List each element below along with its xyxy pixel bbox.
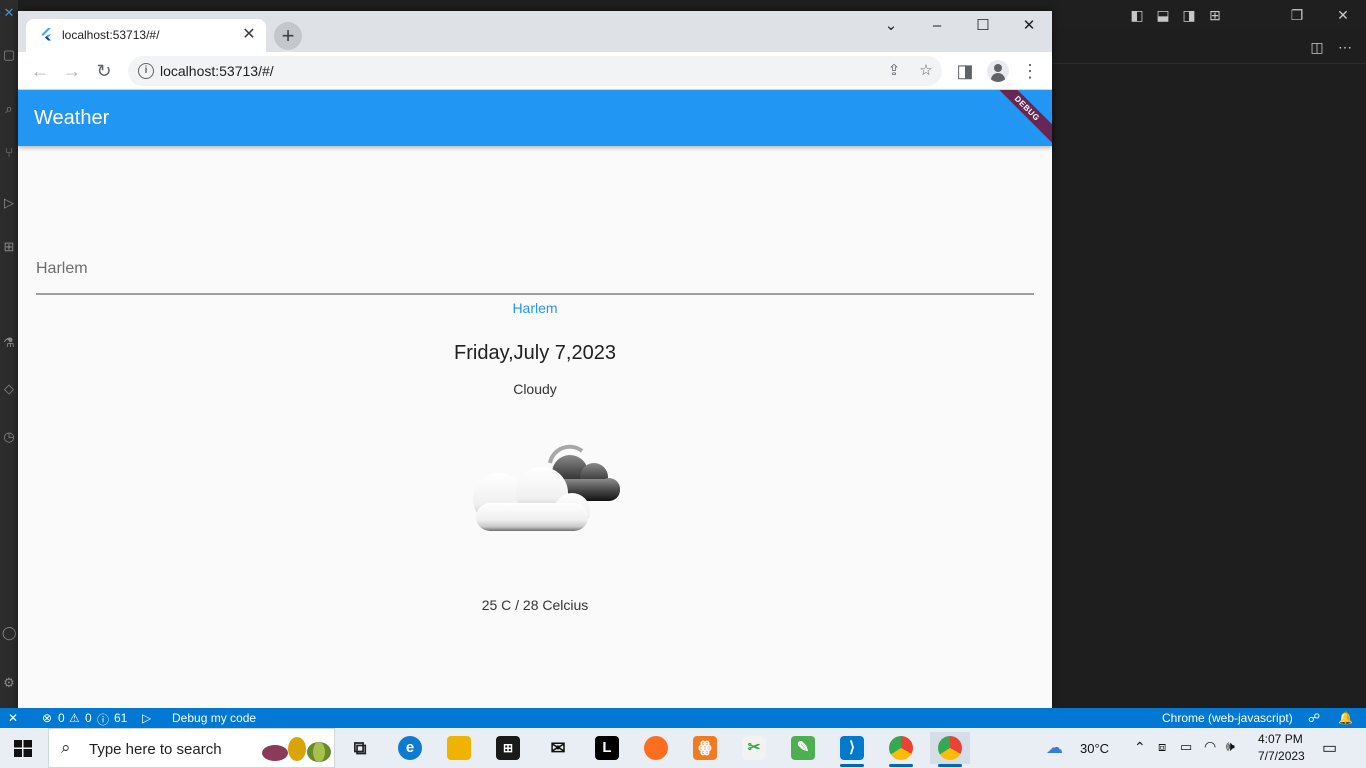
vscode-remote-icon[interactable]: ✕ [2, 6, 16, 20]
cloudy-weather-icon [473, 444, 620, 531]
browser-toolbar: ← → ↻ i localhost:53713/#/ ⇪ ☆ ◨ ⋮ [18, 52, 1052, 90]
flutter-logo-icon [41, 28, 51, 41]
clock-date[interactable]: 7/7/2023 [1258, 749, 1305, 763]
new-tab-button[interactable]: + [274, 22, 302, 50]
vscode-editor-tabs: ◫ ⋯ [1052, 30, 1366, 64]
manage-gear-icon[interactable]: ⚙ [2, 676, 16, 690]
chrome-menu-icon[interactable]: ⋮ [1018, 59, 1042, 83]
search-highlight-image [262, 737, 331, 762]
url-text: localhost:53713/#/ [160, 63, 274, 79]
tab-strip: localhost:53713/#/ ✕ + ⌄ – ☐ ✕ [18, 11, 1052, 52]
minimize-icon[interactable]: – [924, 15, 950, 37]
firefox-icon[interactable] [636, 732, 676, 764]
extensions-icon[interactable]: ⊞ [2, 240, 16, 254]
task-view-icon[interactable]: ⧉ [340, 732, 380, 764]
city-name: Harlem [512, 300, 558, 316]
source-control-icon[interactable]: ⑂ [2, 146, 16, 160]
error-icon[interactable]: ⊗ [42, 711, 52, 725]
volume-icon[interactable]: 🕪 [1226, 738, 1235, 755]
reload-icon[interactable]: ↻ [92, 59, 116, 83]
chrome-icon[interactable] [881, 732, 921, 767]
snipping-tool-icon[interactable]: ✂ [734, 732, 774, 764]
debug-config-label[interactable]: Debug my code [172, 711, 256, 725]
close-icon[interactable]: ✕ [1016, 15, 1042, 37]
info-count: 61 [114, 711, 128, 725]
mail-icon[interactable]: ✉ [538, 732, 578, 764]
toggle-primary-sidebar-icon[interactable]: ◧ [1128, 6, 1146, 24]
taskbar-search-box[interactable]: ⌕ Type here to search [48, 728, 335, 768]
back-icon[interactable]: ← [28, 59, 52, 83]
notepad-app-icon[interactable]: ✎ [783, 732, 823, 764]
share-icon[interactable]: ⇪ [884, 61, 904, 81]
remote-indicator-icon[interactable]: ✕ [8, 711, 18, 725]
vscode-icon[interactable]: ⟩ [832, 732, 872, 767]
notification-center-icon[interactable]: ▭ [1322, 738, 1337, 758]
chrome-window: localhost:53713/#/ ✕ + ⌄ – ☐ ✕ ← → ↻ i l… [18, 11, 1052, 710]
warning-count: 0 [85, 711, 92, 725]
toggle-panel-icon[interactable]: ⬓ [1154, 6, 1172, 24]
weather-cloud-icon[interactable]: ☁ [1046, 738, 1063, 758]
split-editor-icon[interactable]: ◫ [1308, 38, 1326, 56]
accounts-icon[interactable]: ☍ [1308, 711, 1320, 725]
close-window-icon[interactable]: ✕ [1334, 6, 1352, 24]
battery-icon[interactable]: ▭ [1180, 739, 1192, 755]
city-search-input[interactable] [36, 257, 1034, 281]
city-search-field[interactable] [36, 251, 1034, 295]
meet-now-icon[interactable]: ⧈ [1158, 739, 1166, 755]
profile-avatar-icon[interactable] [987, 60, 1009, 82]
info-icon[interactable]: ⓘ [97, 711, 109, 728]
debug-banner: DEBUG [983, 90, 1052, 146]
browser-tab[interactable]: localhost:53713/#/ ✕ [26, 19, 266, 52]
vscode-activity-bar: ✕ ▢ ⌕ ⑂ ▷ ⊞ ⚗ ◇ ◷ ◯ ⚙ [0, 0, 18, 708]
testing-icon[interactable]: ⚗ [2, 336, 16, 350]
l-app-icon[interactable]: L [587, 732, 627, 764]
edge-icon[interactable]: e [390, 732, 430, 764]
notifications-bell-icon[interactable]: 🔔 [1338, 711, 1353, 725]
remote-explorer-icon[interactable]: ◇ [2, 382, 16, 396]
system-tray: ☁ 30°C ⌃ ⧈ ▭ ◠ 🕪 4:07 PM 7/7/2023 ▭ [1046, 728, 1366, 768]
explorer-icon[interactable]: ▢ [2, 48, 16, 62]
address-bar[interactable]: i localhost:53713/#/ ⇪ ☆ [128, 56, 942, 86]
restore-icon[interactable]: ❐ [1288, 6, 1306, 24]
tab-search-chevron-icon[interactable]: ⌄ [878, 15, 904, 37]
timeline-icon[interactable]: ◷ [2, 430, 16, 444]
target-device-label[interactable]: Chrome (web-javascript) [1162, 711, 1293, 725]
account-icon[interactable]: ◯ [2, 626, 17, 640]
tab-title: localhost:53713/#/ [62, 28, 160, 42]
maximize-icon[interactable]: ☐ [970, 15, 996, 37]
bookmark-star-icon[interactable]: ☆ [916, 61, 936, 81]
chrome-icon[interactable] [930, 732, 970, 767]
app-bar: Weather DEBUG [18, 90, 1052, 146]
file-explorer-icon[interactable] [439, 732, 479, 764]
debug-run-icon[interactable]: ▷ [142, 711, 151, 725]
tab-close-icon[interactable]: ✕ [240, 26, 258, 44]
clock-time[interactable]: 4:07 PM [1258, 732, 1303, 746]
microsoft-store-icon[interactable]: ⊞ [488, 732, 528, 764]
search-magnifier-icon: ⌕ [61, 738, 71, 757]
app-title: Weather [34, 107, 110, 129]
vscode-title-bar: ◧ ⬓ ◨ ⊞ ❐ ✕ [1052, 0, 1366, 30]
windows-start-icon[interactable] [14, 740, 32, 757]
customize-layout-icon[interactable]: ⊞ [1206, 6, 1224, 24]
run-debug-icon[interactable]: ▷ [2, 196, 16, 210]
weather-condition: Cloudy [513, 381, 557, 397]
show-hidden-icons-chevron-icon[interactable]: ⌃ [1134, 739, 1146, 756]
windows-taskbar: ⌕ Type here to search ⧉ e ⊞ ✉ L ꙮ ✂ ✎ ⟩ [0, 728, 1366, 768]
weather-temperature[interactable]: 30°C [1080, 741, 1109, 756]
toggle-secondary-sidebar-icon[interactable]: ◨ [1180, 6, 1198, 24]
warning-icon[interactable]: ⚠ [69, 711, 80, 725]
forecast-date: Friday,July 7,2023 [454, 342, 616, 364]
site-info-icon[interactable]: i [138, 63, 154, 79]
vscode-status-bar: ✕ ⊗ 0 ⚠ 0 ⓘ 61 ▷ Debug my code Chrome (w… [0, 708, 1366, 728]
search-icon[interactable]: ⌕ [2, 102, 16, 116]
search-placeholder: Type here to search [89, 741, 222, 758]
wifi-icon[interactable]: ◠ [1204, 738, 1216, 755]
side-panel-icon[interactable]: ◨ [953, 59, 977, 83]
temperature-range: 25 C / 28 Celcius [481, 597, 589, 613]
forward-icon[interactable]: → [60, 59, 84, 83]
more-actions-icon[interactable]: ⋯ [1336, 38, 1354, 56]
xampp-icon[interactable]: ꙮ [685, 732, 725, 764]
error-count: 0 [58, 711, 65, 725]
